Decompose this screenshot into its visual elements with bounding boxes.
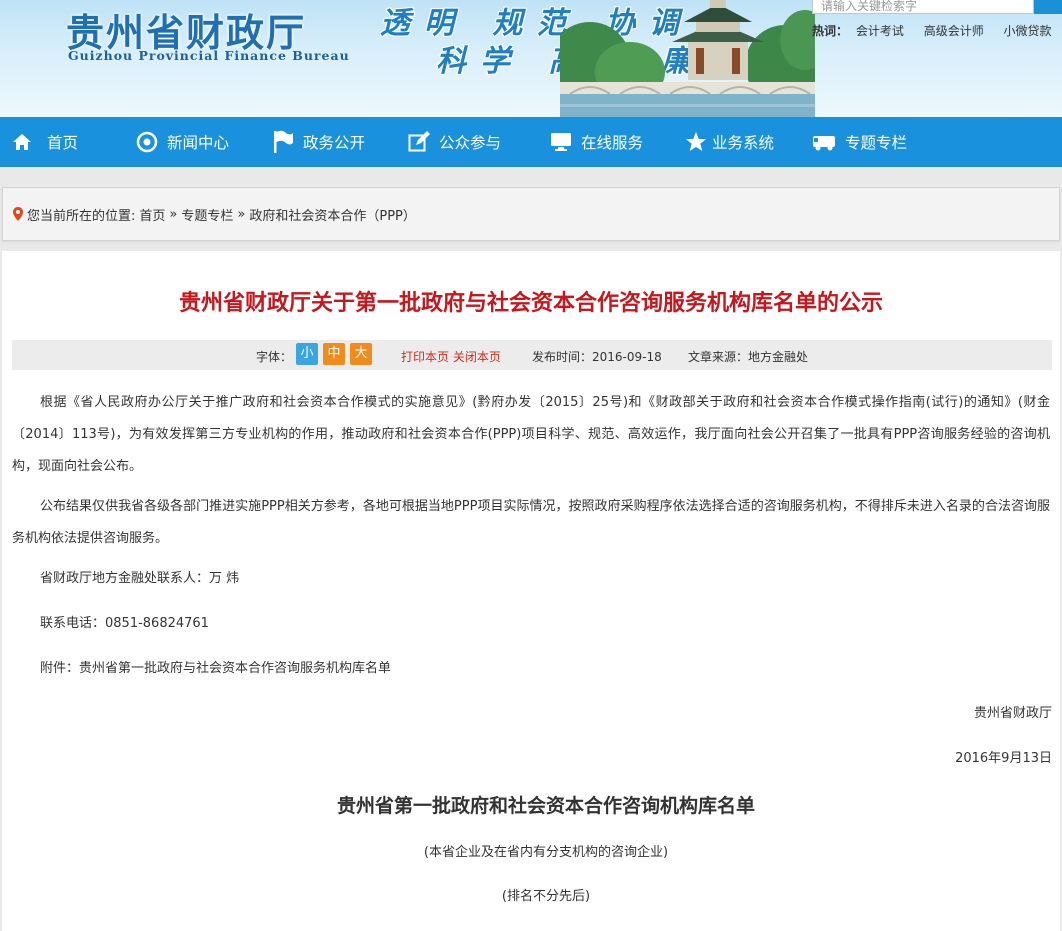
search-button[interactable] [1034,0,1062,14]
breadcrumb-separator: » [237,206,246,222]
list-title: 贵州省第一批政府和社会资本合作咨询机构库名单 [336,795,755,817]
search-input[interactable]: 请输入关键检索字 [812,0,1034,14]
nav-item-gov-affairs[interactable]: 政务公开 [272,117,365,167]
monitor-icon [551,133,571,151]
breadcrumb-item-special[interactable]: 专题专栏 [181,205,233,224]
print-link[interactable]: 打印本页 [401,350,449,364]
hot-word-link[interactable]: 高级会计师 [924,24,984,38]
hot-word-link[interactable]: 会计考试 [856,24,904,38]
nav-item-label: 在线服务 [581,134,644,152]
location-pin-icon [13,207,23,221]
article-title: 贵州省财政厅关于第一批政府与社会资本合作咨询服务机构库名单的公示 [178,291,883,316]
hot-word-link[interactable]: 小微贷款 [1004,24,1052,38]
nav-item-label: 公众参与 [439,134,502,152]
nav-item-label: 首页 [47,134,79,152]
target-icon [136,131,158,153]
nav-item-news[interactable]: 新闻中心 [136,117,229,167]
star-icon [686,132,706,151]
contact-line: 省财政厅地方金融处联系人：万 炜 [40,571,240,586]
pavilion-scenery-image [560,0,815,117]
main-nav: 首页 新闻中心 政务公开 公众参与 在线服务 业务系统 专题专栏 [0,117,1062,167]
font-small-button[interactable]: 小 [296,343,318,365]
nav-item-business-system[interactable]: 业务系统 [685,117,774,167]
nav-item-label: 新闻中心 [167,134,230,152]
print-close-links: 打印本页 关闭本页 [401,348,501,365]
nav-item-special-column[interactable]: 专题专栏 [812,117,907,167]
breadcrumb-item-ppp[interactable]: 政府和社会资本合作（PPP） [249,205,416,224]
site-logo-subtitle: Guizhou Provincial Finance Bureau [68,48,350,63]
nav-item-home[interactable]: 首页 [12,117,78,167]
breadcrumb-separator: » [169,206,178,222]
publish-time: 发布时间：2016-09-18 [532,350,662,364]
nav-item-label: 业务系统 [712,134,775,152]
breadcrumb: 您当前所在的位置: 首页 » 专题专栏 » 政府和社会资本合作（PPP） [2,187,1060,241]
signature: 贵州省财政厅 [973,706,1052,721]
article-source: 文章来源：地方金融处 [688,350,809,364]
nav-item-online-service[interactable]: 在线服务 [550,117,643,167]
phone-line: 联系电话：0851-86824761 [40,616,209,631]
article-panel: 贵州省财政厅关于第一批政府与社会资本合作咨询服务机构库名单的公示 字体： 小 中… [2,251,1060,931]
paragraph-1: 根据《省人民政府办公厅关于推广政府和社会资本合作模式的实施意见》(黔府办发〔20… [12,395,1050,474]
attachment-link[interactable]: 附件：贵州省第一批政府与社会资本合作咨询服务机构库名单 [40,659,391,679]
font-size-label: 字体： [256,350,293,364]
header-banner: 贵州省财政厅 Guizhou Provincial Finance Bureau… [0,0,1062,117]
truck-icon [813,136,835,151]
nav-item-label: 专题专栏 [845,134,908,152]
font-medium-button[interactable]: 中 [323,343,345,365]
list-note-1: (本省企业及在省内有分支机构的咨询企业) [423,845,669,860]
breadcrumb-prefix: 您当前所在的位置: [27,208,136,224]
paragraph-2: 公布结果仅供我省各级各部门推进实施PPP相关方参考，各地可根据当地PPP项目实际… [12,499,1050,546]
sign-date: 2016年9月13日 [955,751,1052,766]
nav-item-public-participation[interactable]: 公众参与 [408,117,501,167]
font-large-button[interactable]: 大 [350,343,372,365]
hot-words-label: 热词： [812,24,849,38]
edit-icon [408,131,430,152]
close-link[interactable]: 关闭本页 [453,350,501,364]
breadcrumb-item-home[interactable]: 首页 [139,205,165,224]
hot-words: 热词： 会计考试 高级会计师 小微贷款 [812,22,1062,39]
list-note-2: (排名不分先后) [501,889,591,904]
nav-item-label: 政务公开 [303,134,366,152]
home-icon [13,134,31,150]
article-meta-bar: 字体： 小 中 大 打印本页 关闭本页 发布时间：2016-09-18 文章来源… [12,340,1052,370]
flag-icon [274,130,293,153]
